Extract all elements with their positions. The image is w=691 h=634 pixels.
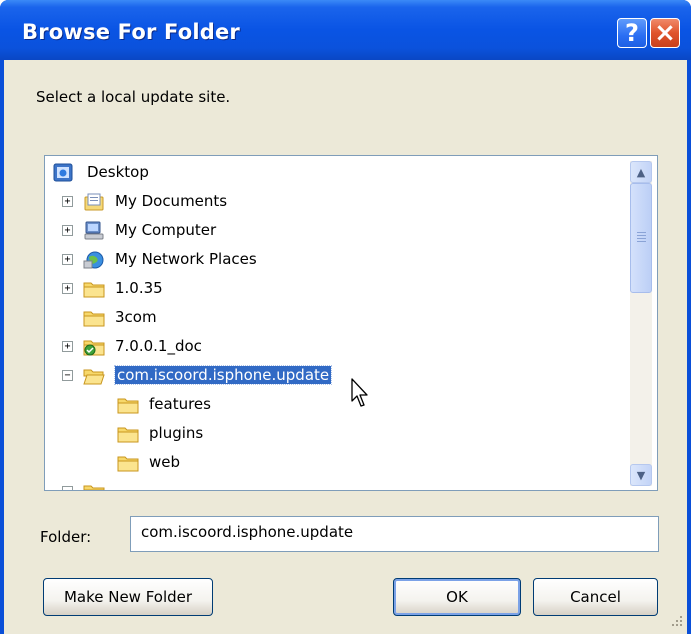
help-icon: ?: [625, 19, 639, 47]
network-icon: [83, 251, 104, 269]
desktop-icon: [53, 163, 73, 182]
ok-button[interactable]: OK: [393, 578, 521, 616]
folder-tree[interactable]: Desktop + My Documents + My Computer + M…: [44, 155, 658, 491]
tree-item-label: My Network Places: [115, 250, 257, 268]
tree-item-features[interactable]: features: [45, 392, 625, 418]
scroll-thumb[interactable]: [630, 183, 652, 293]
scroll-down-button[interactable]: ▼: [630, 464, 652, 486]
tree-item-label: 3com: [115, 308, 157, 326]
tree-item-label: Desktop: [87, 163, 149, 181]
browse-for-folder-window: Browse For Folder ? × Select a local upd…: [0, 0, 691, 634]
folder-icon: [83, 311, 105, 327]
folder-icon: [83, 282, 105, 298]
tree-item-label: My Computer: [115, 221, 217, 239]
expand-icon[interactable]: +: [62, 254, 73, 265]
expand-icon[interactable]: +: [62, 225, 73, 236]
tree-item-my-computer[interactable]: + My Computer: [45, 218, 625, 244]
chevron-down-icon: ▼: [636, 468, 646, 482]
tree-item-label: web: [149, 453, 181, 471]
close-icon: ×: [654, 18, 676, 48]
tree-item-1-0-35[interactable]: + 1.0.35: [45, 276, 625, 302]
tree-item-3com[interactable]: 3com: [45, 305, 625, 331]
mouse-pointer-icon: [351, 378, 368, 407]
title-bar[interactable]: Browse For Folder ? ×: [0, 0, 691, 60]
scroll-up-button[interactable]: ▲: [630, 161, 652, 183]
collapse-icon[interactable]: −: [62, 370, 73, 381]
cancel-button[interactable]: Cancel: [533, 578, 658, 616]
tree-item-partial[interactable]: [45, 479, 625, 490]
expand-icon[interactable]: +: [62, 341, 73, 352]
tree-item-com-iscoord-isphone-update[interactable]: − com.iscoord.isphone.update: [45, 363, 625, 389]
tree-item-label-selected: com.iscoord.isphone.update: [113, 365, 333, 385]
documents-icon: [84, 193, 104, 211]
tree-item-plugins[interactable]: plugins: [45, 421, 625, 447]
tree-scrollbar[interactable]: ▲ ▼: [630, 161, 652, 486]
make-new-folder-button[interactable]: Make New Folder: [43, 578, 213, 616]
help-button[interactable]: ?: [617, 18, 647, 48]
dialog-prompt: Select a local update site.: [36, 88, 231, 106]
resize-grip-icon[interactable]: [668, 612, 684, 628]
window-title: Browse For Folder: [22, 20, 240, 44]
tree-item-my-network-places[interactable]: + My Network Places: [45, 247, 625, 273]
chevron-up-icon: ▲: [636, 165, 646, 179]
expand-icon[interactable]: +: [62, 283, 73, 294]
folder-icon: [117, 456, 139, 472]
open-folder-icon: [83, 369, 105, 385]
expand-icon[interactable]: [62, 486, 73, 490]
close-button[interactable]: ×: [650, 18, 680, 48]
computer-icon: [84, 221, 104, 240]
folder-icon: [117, 398, 139, 414]
tree-item-web[interactable]: web: [45, 450, 625, 476]
tree-item-desktop[interactable]: Desktop: [45, 160, 625, 186]
tree-item-label: features: [149, 395, 211, 413]
folder-label: Folder:: [40, 528, 92, 546]
tree-item-my-documents[interactable]: + My Documents: [45, 189, 625, 215]
tree-item-7-0-0-1-doc[interactable]: + 7.0.0.1_doc: [45, 334, 625, 360]
expand-icon[interactable]: +: [62, 196, 73, 207]
tree-item-label: 7.0.0.1_doc: [115, 337, 202, 355]
folder-icon: [83, 485, 105, 490]
tree-item-label: My Documents: [115, 192, 228, 210]
tree-item-label: 1.0.35: [115, 279, 163, 297]
shared-folder-icon: [83, 340, 105, 356]
tree-item-label: plugins: [149, 424, 204, 442]
folder-icon: [117, 427, 139, 443]
folder-input[interactable]: com.iscoord.isphone.update: [130, 516, 659, 552]
